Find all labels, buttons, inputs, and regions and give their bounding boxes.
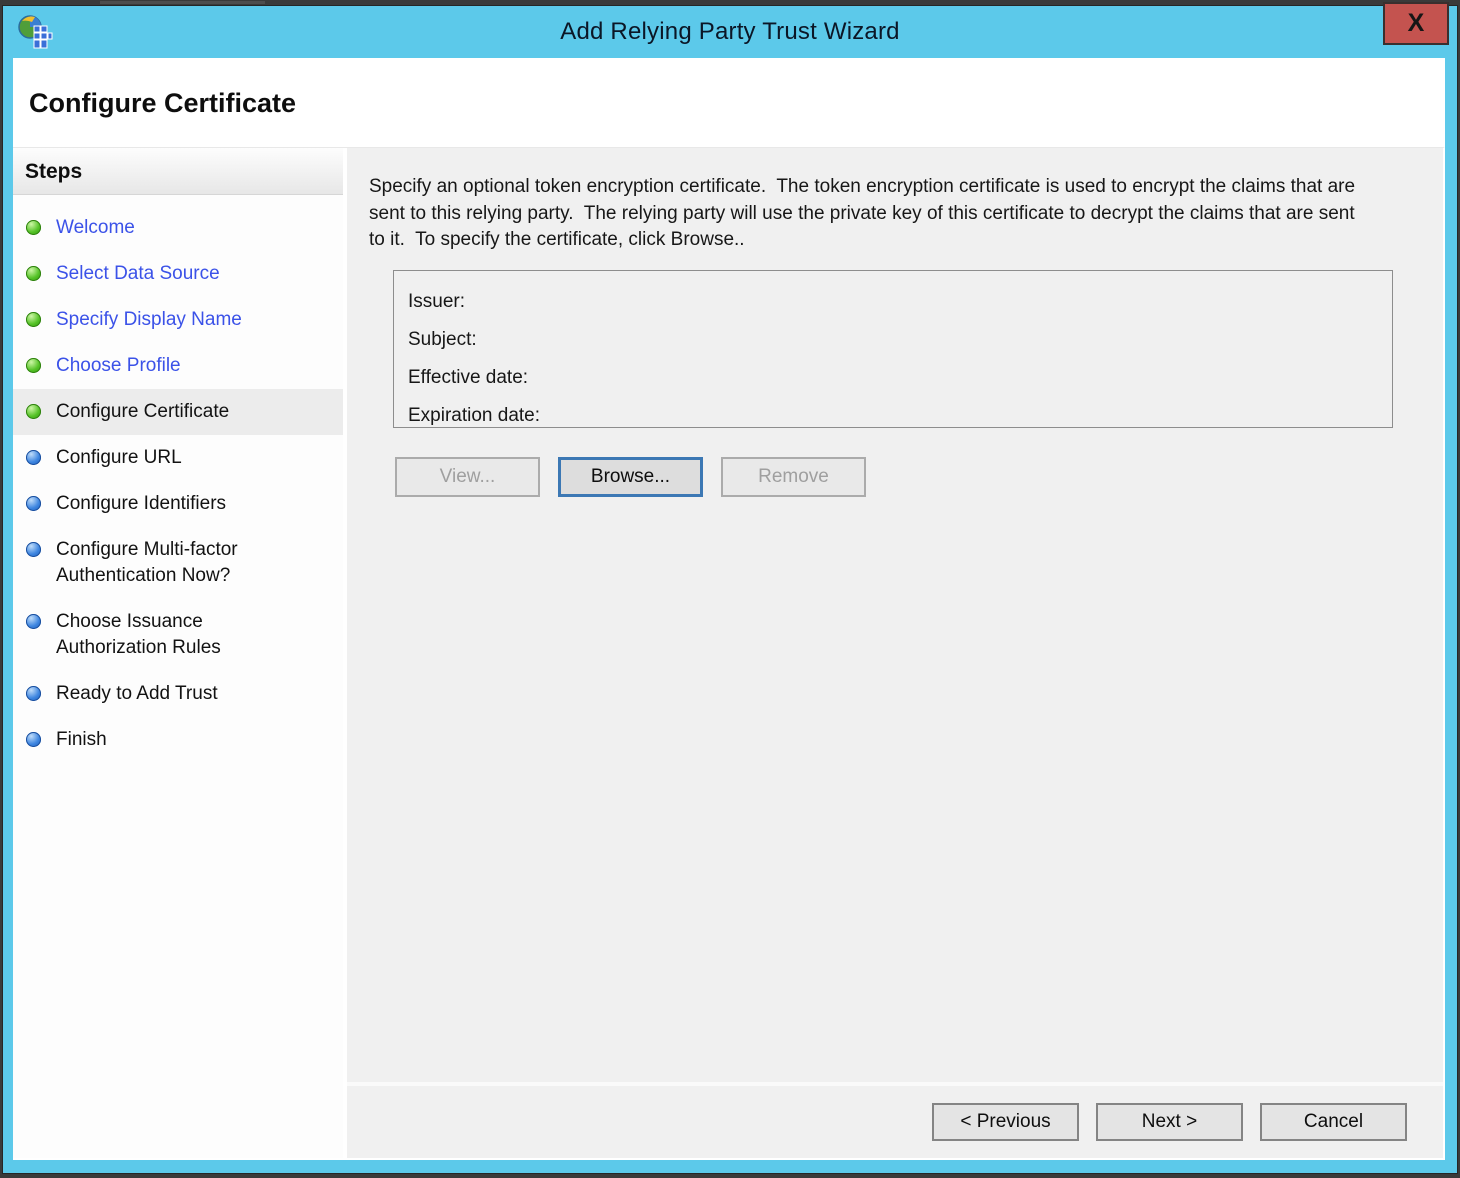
step-label: Choose Profile	[56, 355, 181, 376]
steps-sidebar: Steps Welcome Select Data Source Specify…	[13, 148, 347, 1158]
browse-button[interactable]: Browse...	[558, 456, 703, 497]
step-label: Welcome	[56, 217, 135, 238]
previous-button[interactable]: < Previous	[932, 1103, 1079, 1141]
step-status-icon	[26, 220, 41, 235]
step-item: Configure URL	[13, 435, 343, 481]
content-pane: Specify an optional token encryption cer…	[347, 148, 1443, 1158]
steps-list: Welcome Select Data Source Specify Displ…	[13, 195, 343, 763]
step-label: Configure Certificate	[56, 401, 230, 422]
step-item[interactable]: Welcome	[13, 205, 343, 251]
step-label: Choose Issuance Authorization Rules	[56, 611, 221, 658]
step-label: Specify Display Name	[56, 309, 242, 330]
step-label: Configure Identifiers	[56, 493, 227, 514]
close-button[interactable]: X	[1383, 2, 1449, 45]
title-bar: Add Relying Party Trust Wizard X	[3, 2, 1457, 58]
wizard-window: Add Relying Party Trust Wizard X Configu…	[2, 2, 1458, 1174]
next-button[interactable]: Next >	[1096, 1103, 1243, 1141]
cancel-button[interactable]: Cancel	[1260, 1103, 1407, 1141]
page-title: Configure Certificate	[29, 88, 297, 118]
step-status-icon	[26, 450, 41, 465]
step-status-icon	[26, 404, 41, 419]
step-item[interactable]: Select Data Source	[13, 251, 343, 297]
steps-header: Steps	[13, 148, 343, 195]
step-item: Configure Multi-factor Authentication No…	[13, 527, 343, 599]
certificate-field-label: Issuer:	[408, 290, 466, 312]
step-label: Select Data Source	[56, 263, 220, 284]
page-header: Configure Certificate	[13, 58, 1445, 147]
step-status-icon	[26, 266, 41, 281]
step-item: Configure Certificate	[13, 389, 343, 435]
step-label: Finish	[56, 729, 107, 750]
step-status-icon	[26, 496, 41, 511]
step-label: Configure Multi-factor Authentication No…	[56, 539, 238, 586]
background-window-remnant	[100, 1, 265, 4]
step-item[interactable]: Choose Profile	[13, 343, 343, 389]
step-item: Ready to Add Trust	[13, 671, 343, 717]
step-item: Configure Identifiers	[13, 481, 343, 527]
certificate-field-label: Subject:	[408, 328, 477, 350]
step-status-icon	[26, 312, 41, 327]
window-title: Add Relying Party Trust Wizard	[560, 18, 900, 45]
page-description: Specify an optional token encryption cer…	[369, 176, 1361, 250]
step-item[interactable]: Specify Display Name	[13, 297, 343, 343]
step-item: Choose Issuance Authorization Rules	[13, 599, 343, 671]
certificate-info-box: Issuer: Subject: Effective date: Expirat…	[393, 269, 1393, 428]
step-status-icon	[26, 686, 41, 701]
step-status-icon	[26, 358, 41, 373]
step-status-icon	[26, 542, 41, 557]
view-button: View...	[395, 456, 540, 497]
step-item: Finish	[13, 717, 343, 763]
wizard-body: Configure Certificate Steps Welcome Sele…	[13, 58, 1445, 1160]
certificate-field-label: Expiration date:	[408, 404, 541, 426]
remove-button: Remove	[721, 456, 866, 497]
step-label: Ready to Add Trust	[56, 683, 218, 704]
certificate-field-label: Effective date:	[408, 366, 529, 388]
step-label: Configure URL	[56, 447, 182, 468]
step-status-icon	[26, 732, 41, 747]
wizard-footer: < Previous Next > Cancel	[347, 1082, 1443, 1158]
step-status-icon	[26, 614, 41, 629]
desktop-background: Add Relying Party Trust Wizard X Configu…	[0, 0, 1460, 1178]
